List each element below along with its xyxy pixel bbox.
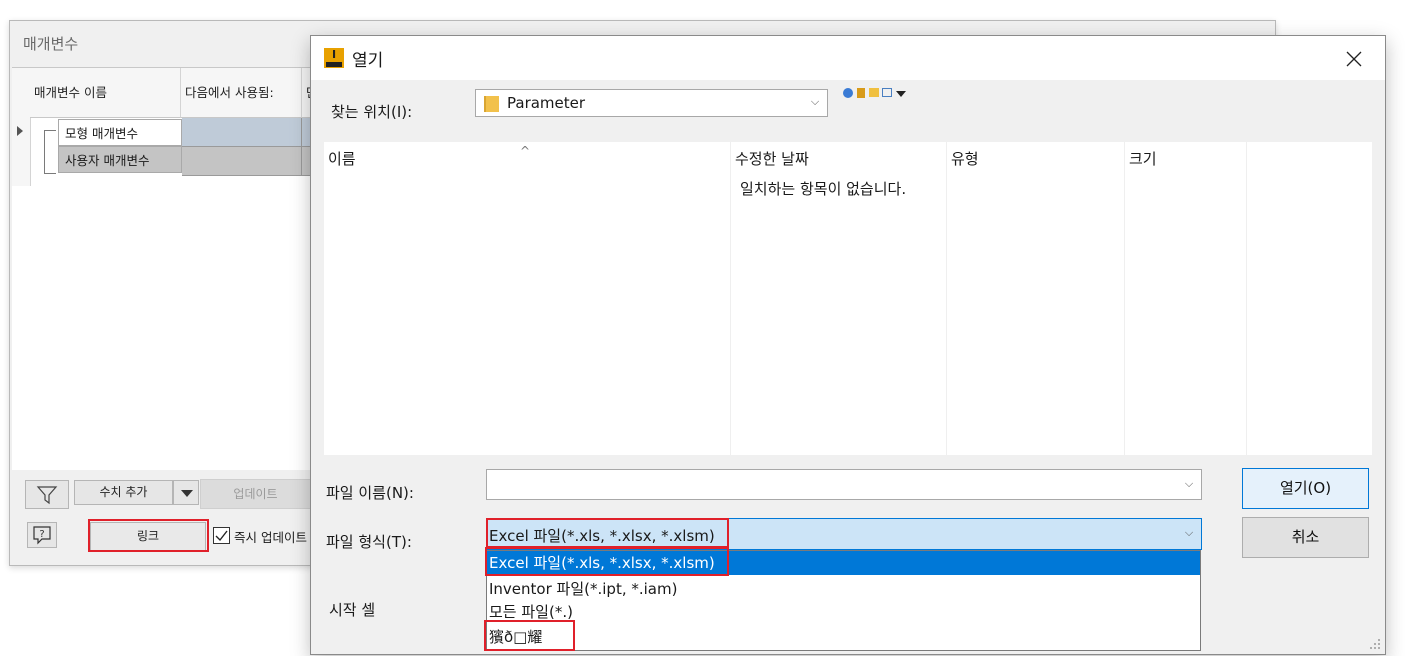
close-icon — [1346, 51, 1362, 67]
tree-item-user-parameters[interactable]: 사용자 매개변수 — [58, 146, 182, 173]
column-name-label: 이름 — [328, 150, 356, 168]
back-icon[interactable] — [843, 88, 853, 98]
view-menu-dropdown-icon[interactable] — [896, 91, 906, 97]
svg-text:?: ? — [39, 529, 44, 540]
tree-line — [44, 130, 45, 173]
dialog-title: 열기 — [352, 51, 384, 71]
open-file-dialog: I 열기 찾는 위치(I): Parameter ⌵ 이름 ^ 수정한 날짜 유… — [310, 35, 1386, 655]
file-name-input[interactable] — [489, 472, 1173, 498]
new-folder-icon[interactable] — [869, 88, 879, 97]
view-menu-icon[interactable] — [882, 88, 892, 97]
dialog-titlebar: I 열기 — [311, 36, 1385, 80]
file-type-option-garbled[interactable]: 獱ð□耀 — [487, 625, 1200, 649]
update-button[interactable]: 업데이트 — [200, 479, 311, 509]
resize-grip-icon[interactable] — [1367, 636, 1381, 650]
triangle-down-icon — [181, 490, 193, 497]
tree-line — [44, 130, 56, 131]
file-name-label: 파일 이름(N): — [326, 484, 414, 502]
column-modified-label: 수정한 날짜 — [735, 150, 809, 168]
help-button[interactable]: ? — [27, 522, 57, 548]
checkmark-icon — [215, 530, 228, 542]
funnel-icon — [36, 486, 58, 505]
cancel-button[interactable]: 취소 — [1242, 517, 1369, 558]
column-header-type[interactable]: 유형 — [947, 142, 1125, 455]
inventor-app-icon: I — [324, 48, 344, 68]
column-size-label: 크기 — [1129, 150, 1157, 168]
look-in-label: 찾는 위치(I): — [331, 103, 413, 121]
immediate-update-label: 즉시 업데이트 — [234, 530, 307, 545]
column-header-used-in[interactable]: 다음에서 사용됨: — [181, 68, 302, 118]
current-row-arrow-icon — [17, 126, 23, 136]
column-header-size[interactable]: 크기 — [1125, 142, 1247, 455]
chevron-down-icon: ⌵ — [1184, 476, 1194, 490]
file-type-label: 파일 형식(T): — [326, 533, 412, 551]
file-type-dropdown-list[interactable]: Excel 파일(*.xls, *.xlsx, *.xlsm) Inventor… — [486, 550, 1201, 651]
open-button[interactable]: 열기(O) — [1242, 468, 1369, 509]
column-type-label: 유형 — [951, 150, 979, 168]
close-button[interactable] — [1341, 46, 1367, 72]
look-in-value: Parameter — [507, 94, 586, 112]
row-selector-column — [12, 68, 31, 186]
chevron-down-icon: ⌵ — [1184, 526, 1194, 539]
value-cell[interactable] — [182, 147, 302, 176]
add-numeric-dropdown[interactable] — [173, 480, 199, 505]
value-cell[interactable] — [182, 118, 302, 147]
file-type-selected-value: Excel 파일(*.xls, *.xlsx, *.xlsm) — [489, 527, 715, 545]
file-type-option-excel[interactable]: Excel 파일(*.xls, *.xlsx, *.xlsm) — [487, 551, 1200, 575]
file-type-combo[interactable]: Excel 파일(*.xls, *.xlsx, *.xlsm) ⌵ — [486, 518, 1202, 550]
help-icon: ? — [33, 526, 51, 545]
immediate-update-checkbox[interactable] — [213, 527, 230, 544]
chevron-down-icon: ⌵ — [810, 95, 820, 108]
sort-ascending-icon: ^ — [520, 144, 531, 158]
file-name-combo[interactable]: ⌵ — [486, 469, 1202, 500]
folder-icon — [484, 96, 499, 112]
empty-list-message: 일치하는 항목이 없습니다. — [740, 180, 907, 198]
start-cell-label: 시작 셀 — [329, 601, 376, 619]
file-list[interactable]: 이름 ^ 수정한 날짜 유형 크기 일치하는 항목이 없습니다. — [324, 142, 1372, 455]
parameters-window-title: 매개변수 — [23, 35, 79, 53]
look-in-combo[interactable]: Parameter ⌵ — [475, 89, 828, 117]
filter-button[interactable] — [25, 480, 69, 509]
file-type-option-all[interactable]: 모든 파일(*.) — [487, 600, 1200, 624]
column-header-name[interactable]: 이름 ^ — [324, 142, 731, 455]
file-type-option-inventor[interactable]: Inventor 파일(*.ipt, *.iam) — [487, 577, 1200, 601]
column-header-parameter-name[interactable]: 매개변수 이름 — [30, 68, 181, 118]
tree-item-model-parameters[interactable]: 모형 매개변수 — [58, 119, 182, 146]
add-numeric-button[interactable]: 수치 추가 — [74, 480, 173, 505]
tree-line — [44, 173, 56, 174]
up-folder-icon[interactable] — [857, 88, 865, 98]
link-button[interactable]: 링크 — [90, 522, 206, 551]
